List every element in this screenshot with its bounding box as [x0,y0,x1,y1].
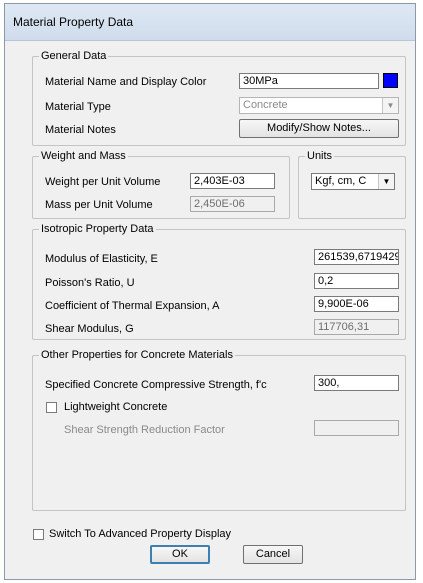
shear-modulus-label: Shear Modulus, G [45,323,134,335]
chevron-down-icon: ▼ [382,98,398,113]
modulus-elasticity-label: Modulus of Elasticity, E [45,253,158,265]
title-bar[interactable]: Material Property Data [5,4,415,41]
material-type-select[interactable]: Concrete ▼ [239,97,399,114]
shear-modulus-value: 117706,31 [314,319,399,335]
concrete-properties-legend: Other Properties for Concrete Materials [39,348,235,362]
poisson-ratio-input[interactable]: 0,2 [314,273,399,289]
weight-mass-legend: Weight and Mass [39,149,128,163]
thermal-expansion-input[interactable]: 9,900E-06 [314,296,399,312]
mass-per-volume-label: Mass per Unit Volume [45,199,153,211]
thermal-expansion-label: Coefficient of Thermal Expansion, A [45,300,220,312]
units-select[interactable]: Kgf, cm, C ▼ [311,173,395,190]
material-type-value: Concrete [243,99,288,111]
weight-mass-group: Weight and Mass Weight per Unit Volume 2… [32,149,290,219]
material-notes-label: Material Notes [45,124,116,136]
display-color-swatch[interactable] [383,73,398,88]
general-data-group: General Data Material Name and Display C… [32,49,406,146]
shear-reduction-factor-label: Shear Strength Reduction Factor [64,424,225,436]
advanced-property-label: Switch To Advanced Property Display [49,528,231,540]
units-legend: Units [305,149,335,163]
lightweight-concrete-checkbox[interactable] [46,402,57,413]
cancel-button[interactable]: Cancel [243,545,303,564]
units-value: Kgf, cm, C [315,175,367,187]
material-name-input[interactable]: 30MPa [239,73,379,89]
material-property-dialog: Material Property Data General Data Mate… [4,3,416,580]
material-name-label: Material Name and Display Color [45,76,207,88]
window-title: Material Property Data [13,15,134,29]
modulus-elasticity-input[interactable]: 261539,6719429 [314,249,399,265]
compressive-strength-label: Specified Concrete Compressive Strength,… [45,379,267,391]
concrete-properties-group: Other Properties for Concrete Materials … [32,348,406,511]
lightweight-concrete-label: Lightweight Concrete [64,401,168,413]
material-type-label: Material Type [45,101,111,113]
mass-per-volume-value: 2,450E-06 [190,196,275,212]
isotropic-data-legend: Isotropic Property Data [39,222,156,236]
compressive-strength-input[interactable]: 300, [314,375,399,391]
shear-reduction-factor-input [314,420,399,436]
general-data-legend: General Data [39,49,109,63]
weight-per-volume-input[interactable]: 2,403E-03 [190,173,275,189]
advanced-property-checkbox[interactable] [33,529,44,540]
weight-per-volume-label: Weight per Unit Volume [45,176,161,188]
units-group: Units Kgf, cm, C ▼ [298,149,406,219]
poisson-ratio-label: Poisson's Ratio, U [45,277,135,289]
ok-button[interactable]: OK [150,545,210,564]
isotropic-data-group: Isotropic Property Data Modulus of Elast… [32,222,406,340]
modify-show-notes-button[interactable]: Modify/Show Notes... [239,119,399,138]
chevron-down-icon: ▼ [378,174,394,189]
